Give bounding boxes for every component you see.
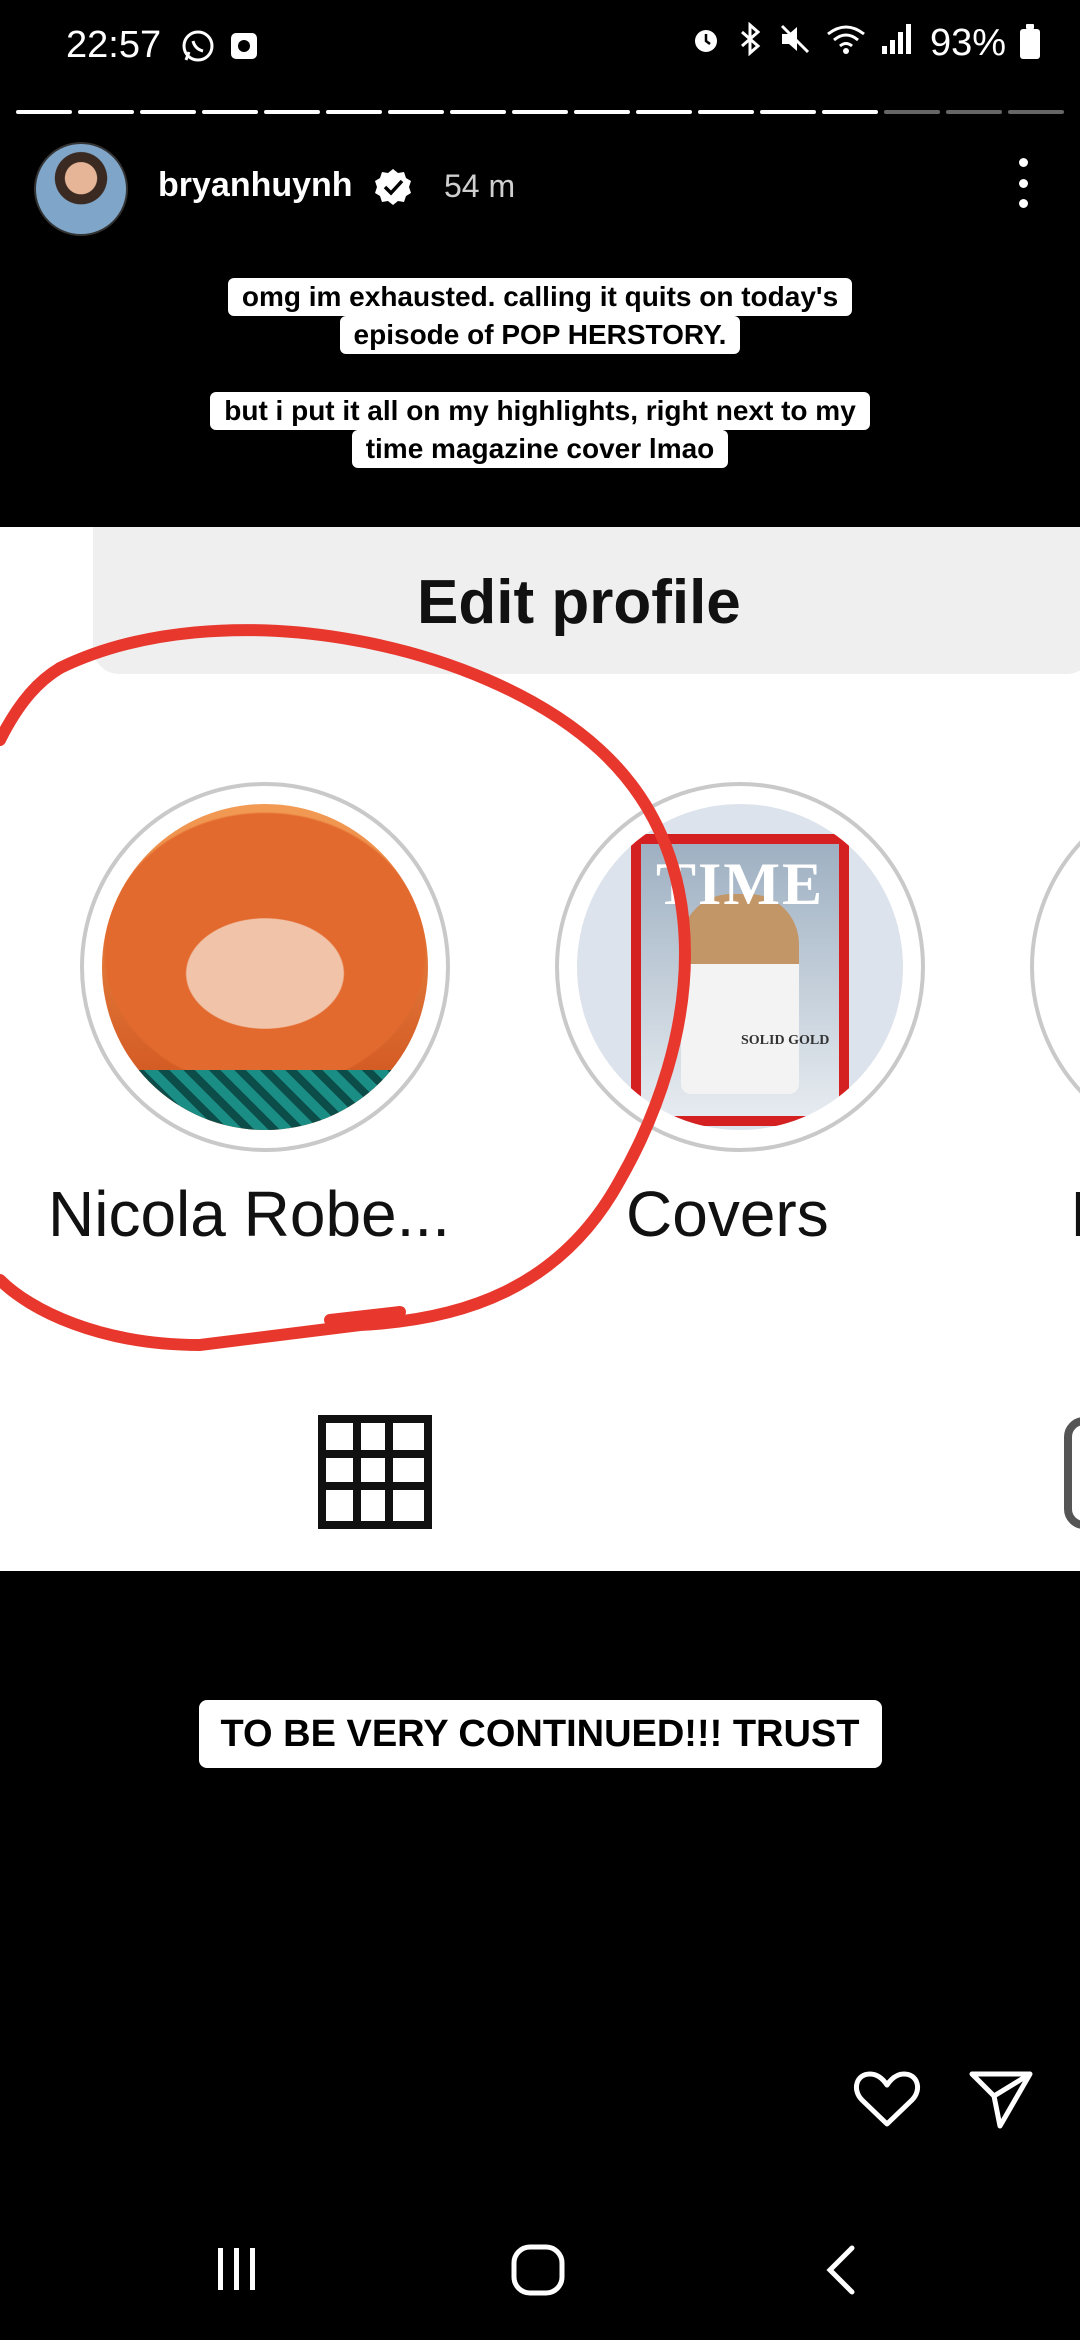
alarm-icon xyxy=(690,23,722,65)
battery-percentage: 93% xyxy=(929,22,1006,64)
story-progress-segment xyxy=(78,110,134,114)
signal-icon xyxy=(880,22,916,65)
grid-line xyxy=(385,1415,393,1529)
grid-line xyxy=(353,1415,361,1529)
profile-screenshot: Edit profile TIME SOLID GOLD Nicola Robe… xyxy=(0,527,1080,1571)
highlight-covers: TIME SOLID GOLD xyxy=(555,782,925,1152)
highlight-label: Covers xyxy=(626,1178,829,1250)
story-progress-segment xyxy=(512,110,568,114)
story-progress-bar xyxy=(16,110,1064,114)
wifi-icon xyxy=(826,23,866,65)
story-progress-segment xyxy=(760,110,816,114)
story-progress-segment xyxy=(326,110,382,114)
caption-text: but i put it all on my highlights, right… xyxy=(210,392,870,430)
bluetooth-icon xyxy=(736,21,764,65)
grid-line xyxy=(318,1482,432,1490)
story-progress-segment xyxy=(450,110,506,114)
status-time: 22:57 xyxy=(66,24,162,66)
caption-sticker-3: TO BE VERY CONTINUED!!! TRUST xyxy=(0,1700,1080,1768)
story-progress-segment xyxy=(574,110,630,114)
edit-profile-label: Edit profile xyxy=(417,568,741,637)
status-icons: 93% xyxy=(690,21,1040,65)
story-time-ago: 54 m xyxy=(444,168,516,204)
highlight-label: I xyxy=(1070,1178,1080,1250)
story-username[interactable]: bryanhuynh xyxy=(158,166,353,205)
home-icon[interactable] xyxy=(510,2244,566,2296)
highlight-label: Nicola Robe... xyxy=(48,1178,450,1250)
caption-sticker-1: omg im exhausted. calling it quits on to… xyxy=(0,278,1080,354)
grid-tab-icon xyxy=(318,1415,432,1529)
caption-sticker-2: but i put it all on my highlights, right… xyxy=(0,392,1080,468)
caption-text: episode of POP HERSTORY. xyxy=(339,316,741,354)
story-progress-segment xyxy=(822,110,878,114)
send-share-icon[interactable] xyxy=(966,2064,1036,2134)
verified-badge-icon xyxy=(374,168,412,206)
grid-line xyxy=(318,1450,432,1458)
story-progress-segment xyxy=(140,110,196,114)
story-progress-segment xyxy=(946,110,1002,114)
story-progress-segment xyxy=(636,110,692,114)
story-progress-segment xyxy=(16,110,72,114)
story-progress-segment xyxy=(264,110,320,114)
more-options-icon[interactable] xyxy=(1008,158,1038,208)
avatar[interactable] xyxy=(34,142,128,236)
caption-text: time magazine cover lmao xyxy=(351,430,729,468)
highlight-nicola xyxy=(80,782,450,1152)
recent-apps-icon[interactable] xyxy=(214,2248,260,2290)
like-heart-icon[interactable] xyxy=(852,2064,922,2134)
whatsapp-icon xyxy=(180,28,216,69)
story-progress-segment xyxy=(388,110,444,114)
caption-text: TO BE VERY CONTINUED!!! TRUST xyxy=(198,1700,882,1768)
magazine-subtitle: SOLID GOLD xyxy=(741,1033,830,1048)
magazine-title: TIME xyxy=(655,851,825,917)
edit-profile-button: Edit profile xyxy=(93,527,1080,674)
magazine-cover-image: TIME SOLID GOLD xyxy=(577,804,903,1130)
caption-text: omg im exhausted. calling it quits on to… xyxy=(227,278,853,316)
screen-record-icon xyxy=(230,32,258,65)
highlight-partial xyxy=(1030,782,1080,1152)
battery-icon xyxy=(1020,23,1040,59)
highlight-cover-image xyxy=(102,804,428,1130)
story-progress-segment xyxy=(202,110,258,114)
story-progress-segment xyxy=(1008,110,1064,114)
reels-tab-icon xyxy=(1064,1417,1080,1529)
story-progress-segment xyxy=(884,110,940,114)
mute-icon xyxy=(778,22,812,65)
story-progress-segment xyxy=(698,110,754,114)
back-icon[interactable] xyxy=(822,2244,862,2296)
